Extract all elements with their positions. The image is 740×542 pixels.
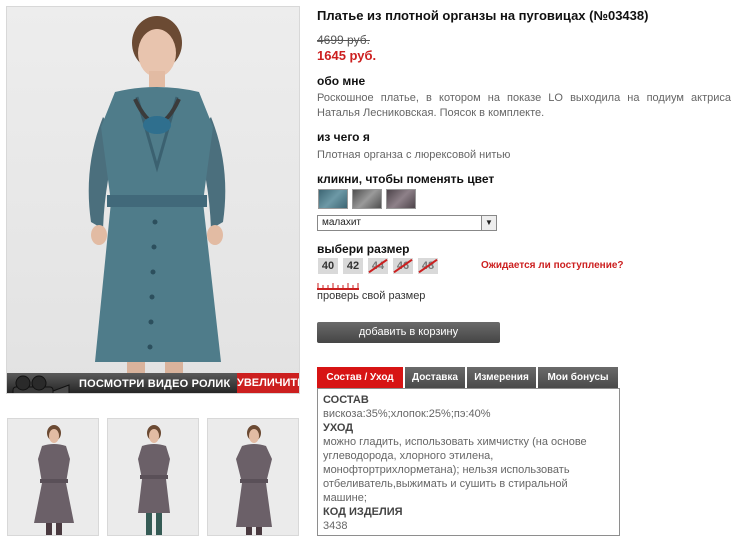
- model-illustration: [88, 16, 226, 393]
- composition-text: вискоза:35%;хлопок:25%;пэ:40%: [323, 408, 491, 420]
- watch-video-link[interactable]: ПОСМОТРИ ВИДЕО РОЛИК: [79, 378, 230, 390]
- material-heading: из чего я: [317, 130, 370, 144]
- care-text: можно гладить, использовать химчистку (н…: [323, 436, 587, 504]
- product-code-heading: КОД ИЗДЕЛИЯ: [323, 506, 403, 518]
- care-heading: УХОД: [323, 422, 354, 434]
- thumbnail-2[interactable]: [107, 418, 199, 536]
- size-option-44-unavailable[interactable]: 44: [368, 258, 388, 274]
- thumbnail-image: [236, 425, 272, 535]
- about-heading: обо мне: [317, 74, 366, 88]
- color-select-value: малахит: [322, 217, 361, 228]
- add-to-cart-button[interactable]: добавить в корзину: [317, 322, 500, 343]
- video-bar: ПОСМОТРИ ВИДЕО РОЛИК УВЕЛИЧИТЬ: [7, 373, 299, 393]
- color-swatch-malachite[interactable]: [318, 189, 348, 209]
- availability-link[interactable]: Ожидается ли поступление?: [481, 260, 624, 271]
- dropdown-arrow-icon[interactable]: ▼: [481, 216, 496, 230]
- video-camera-icon[interactable]: [9, 373, 71, 394]
- color-heading: кликни, чтобы поменять цвет: [317, 172, 495, 186]
- old-price: 4699 руб.: [317, 33, 370, 47]
- material-text: Плотная органза с люрексовой нитью: [317, 149, 511, 161]
- tab-measurements[interactable]: Измерения: [467, 367, 537, 388]
- size-option-40[interactable]: 40: [318, 258, 338, 274]
- color-swatch-purple-gray[interactable]: [386, 189, 416, 209]
- product-code: 3438: [323, 520, 348, 532]
- new-price: 1645 руб.: [317, 48, 377, 63]
- main-product-photo[interactable]: ПОСМОТРИ ВИДЕО РОЛИК УВЕЛИЧИТЬ: [6, 6, 300, 394]
- thumbnail-image: [34, 425, 74, 535]
- check-size-link[interactable]: проверь свой размер: [317, 290, 425, 302]
- zoom-button[interactable]: УВЕЛИЧИТЬ: [237, 373, 299, 393]
- tab-delivery[interactable]: Доставка: [405, 367, 466, 388]
- thumbnail-image: [138, 425, 170, 535]
- about-text: Роскошное платье, в котором на показе LO…: [317, 92, 731, 119]
- color-swatch-gray[interactable]: [352, 189, 382, 209]
- size-option-46-unavailable[interactable]: 46: [393, 258, 413, 274]
- composition-heading: СОСТАВ: [323, 394, 369, 406]
- size-heading: выбери размер: [317, 242, 410, 256]
- size-option-48-unavailable[interactable]: 48: [418, 258, 438, 274]
- product-title: Платье из плотной органзы на пуговицах (…: [317, 8, 649, 23]
- thumbnail-3[interactable]: [207, 418, 299, 536]
- size-option-42[interactable]: 42: [343, 258, 363, 274]
- thumbnail-1[interactable]: [7, 418, 99, 536]
- tab-composition-care[interactable]: Состав / Уход: [317, 367, 404, 388]
- tab-bonuses[interactable]: Мои бонусы: [538, 367, 619, 388]
- tab-panel-composition: СОСТАВ вискоза:35%;хлопок:25%;пэ:40% УХО…: [317, 388, 620, 536]
- color-select[interactable]: малахит ▼: [317, 215, 497, 231]
- ruler-icon: [317, 283, 359, 290]
